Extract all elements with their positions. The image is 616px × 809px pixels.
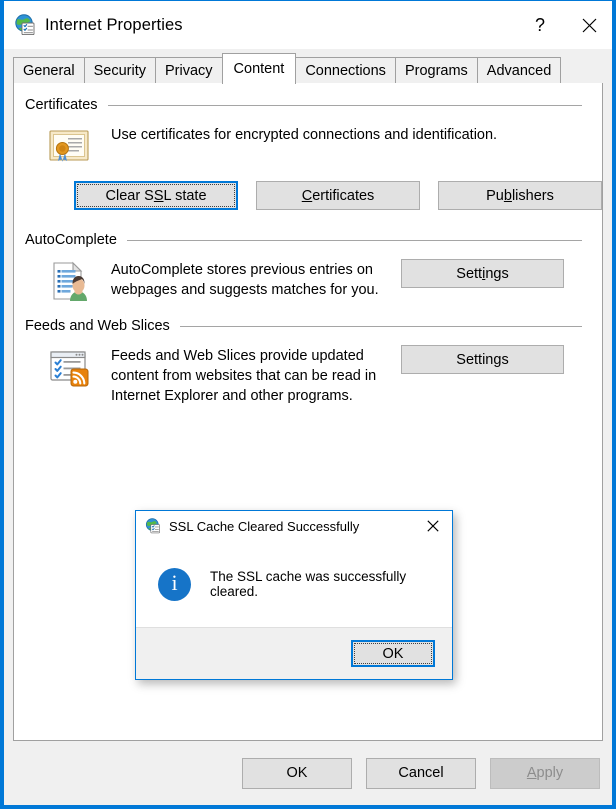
- tab-programs[interactable]: Programs: [394, 57, 478, 83]
- tab-label: Connections: [305, 62, 386, 79]
- group-separator: [126, 239, 582, 241]
- clear-ssl-state-button[interactable]: Clear SSL state: [74, 181, 239, 210]
- help-button[interactable]: ?: [514, 1, 566, 49]
- certificates-button-row: Clear SSL state Certificates Publishers: [14, 181, 602, 210]
- info-icon: i: [158, 567, 191, 601]
- tab-label: Security: [93, 62, 146, 79]
- tab-label: Advanced: [486, 62, 552, 79]
- feeds-icon: [45, 343, 93, 391]
- autocomplete-group-label: AutoComplete: [25, 232, 117, 248]
- modal-title: SSL Cache Cleared Successfully: [169, 518, 360, 534]
- tab-advanced[interactable]: Advanced: [476, 57, 562, 83]
- autocomplete-group-header: AutoComplete: [14, 232, 602, 248]
- window-title: Internet Properties: [45, 15, 183, 34]
- certificates-button[interactable]: Certificates: [256, 181, 421, 210]
- feeds-settings-button[interactable]: Settings: [401, 345, 564, 374]
- cancel-button[interactable]: Cancel: [366, 757, 476, 789]
- feeds-group-label: Feeds and Web Slices: [25, 318, 170, 334]
- button-label: Settings: [456, 351, 509, 368]
- title-bar: Internet Properties ?: [4, 1, 612, 49]
- button-label: Settings: [456, 265, 509, 282]
- feeds-description: Feeds and Web Slices provide updated con…: [111, 348, 377, 404]
- internet-properties-icon: [14, 14, 36, 36]
- apply-button: Apply: [490, 757, 600, 789]
- internet-properties-window: Internet Properties ? General Security P…: [0, 0, 616, 809]
- autocomplete-description: AutoComplete stores previous entries on …: [111, 262, 379, 298]
- button-label: Clear SSL state: [105, 187, 207, 204]
- group-separator: [179, 325, 582, 327]
- button-label: Certificates: [301, 187, 375, 204]
- tab-label: General: [23, 62, 75, 79]
- tab-label: Content: [233, 61, 285, 77]
- button-label: Publishers: [486, 187, 554, 204]
- certificates-group-label: Certificates: [25, 97, 98, 113]
- ok-button[interactable]: OK: [242, 757, 352, 789]
- tab-strip: General Security Privacy Content Connect…: [4, 49, 612, 84]
- certificate-icon: [45, 122, 93, 170]
- certificates-section: Use certificates for encrypted connectio…: [14, 122, 602, 170]
- tab-label: Privacy: [164, 62, 213, 79]
- internet-properties-icon: [145, 518, 161, 534]
- tab-connections[interactable]: Connections: [295, 57, 396, 83]
- autocomplete-icon: [45, 257, 93, 305]
- modal-button-bar: OK: [136, 627, 452, 679]
- group-separator: [107, 104, 582, 106]
- dialog-button-bar: OK Cancel Apply: [4, 741, 612, 805]
- feeds-section: Feeds and Web Slices provide updated con…: [14, 343, 602, 406]
- close-icon[interactable]: [566, 1, 612, 49]
- tab-privacy[interactable]: Privacy: [154, 57, 223, 83]
- certificates-description: Use certificates for encrypted connectio…: [111, 127, 498, 143]
- tab-general[interactable]: General: [13, 57, 85, 83]
- close-icon[interactable]: [414, 511, 452, 541]
- title-bar-controls: ?: [514, 1, 612, 49]
- tab-label: Programs: [404, 62, 468, 79]
- autocomplete-settings-button[interactable]: Settings: [401, 259, 564, 288]
- certificates-group-header: Certificates: [14, 97, 602, 113]
- feeds-group-header: Feeds and Web Slices: [14, 318, 602, 334]
- modal-body: i The SSL cache was successfully cleared…: [136, 541, 452, 627]
- tab-content[interactable]: Content: [221, 53, 297, 84]
- modal-title-bar: SSL Cache Cleared Successfully: [136, 511, 452, 541]
- ssl-cache-cleared-dialog: SSL Cache Cleared Successfully i The SSL…: [135, 510, 453, 680]
- tab-security[interactable]: Security: [83, 57, 156, 83]
- publishers-button[interactable]: Publishers: [438, 181, 602, 210]
- modal-ok-button[interactable]: OK: [351, 640, 435, 667]
- button-label: Apply: [526, 765, 564, 781]
- autocomplete-section: AutoComplete stores previous entries on …: [14, 257, 602, 305]
- modal-message: The SSL cache was successfully cleared.: [210, 569, 407, 599]
